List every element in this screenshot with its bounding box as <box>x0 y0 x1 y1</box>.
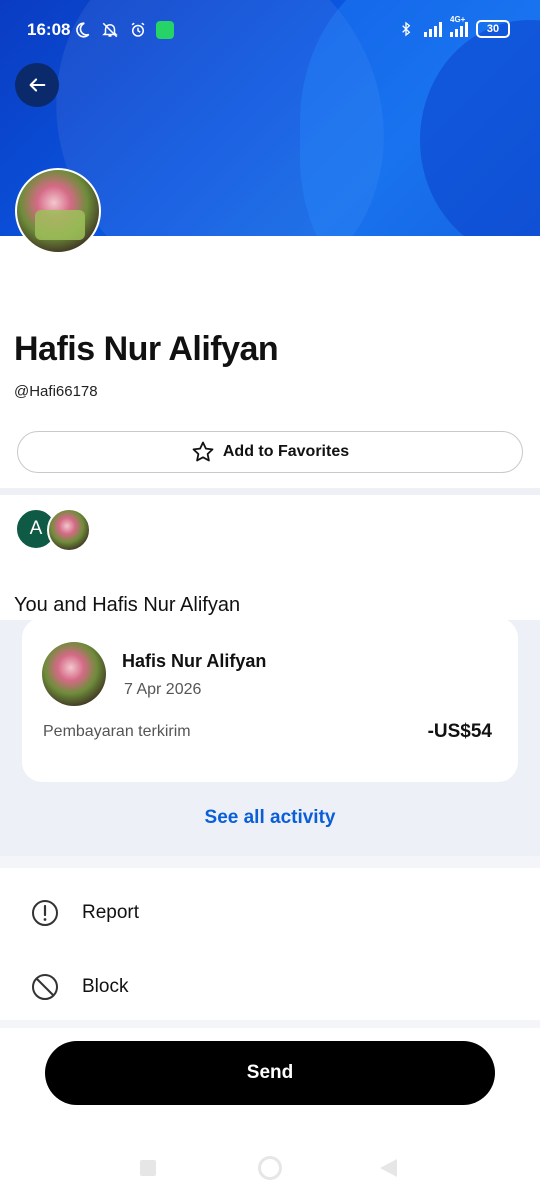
profile-name: Hafis Nur Alifyan <box>14 330 279 368</box>
transaction-description: Pembayaran terkirim <box>43 723 191 740</box>
recent-apps-icon[interactable] <box>140 1160 156 1176</box>
profile-avatar <box>15 168 101 254</box>
whatsapp-icon <box>156 21 174 39</box>
alarm-icon <box>128 20 148 40</box>
block-item[interactable]: Block <box>0 957 540 1017</box>
back-triangle-icon[interactable] <box>380 1159 397 1177</box>
report-item[interactable]: Report <box>0 883 540 943</box>
report-label: Report <box>82 902 140 923</box>
back-button[interactable] <box>15 63 59 107</box>
arrow-left-icon <box>29 78 46 92</box>
bell-off-icon <box>100 20 120 40</box>
status-time: 16:08 <box>27 20 71 39</box>
bluetooth-icon <box>396 19 416 39</box>
send-button[interactable]: Send <box>45 1041 495 1105</box>
transaction-date: 7 Apr 2026 <box>124 681 202 698</box>
section-divider <box>0 856 540 868</box>
section-divider <box>0 1020 540 1028</box>
status-bar: 16:08 4G+ 30 <box>0 0 540 60</box>
transaction-card[interactable]: Hafis Nur Alifyan 7 Apr 2026 Pembayaran … <box>22 618 518 782</box>
avatar-photo-detail <box>35 210 85 240</box>
battery-icon: 30 <box>476 20 510 38</box>
transaction-avatar <box>42 642 106 706</box>
section-divider <box>0 488 540 495</box>
star-icon <box>192 441 214 462</box>
see-all-activity-link[interactable]: See all activity <box>0 807 540 829</box>
add-to-favorites-label: Add to Favorites <box>222 443 350 460</box>
status-icons-right: 4G+ 30 <box>396 15 510 39</box>
transaction-name: Hafis Nur Alifyan <box>122 651 267 671</box>
home-icon[interactable] <box>258 1156 282 1180</box>
block-label: Block <box>82 976 129 997</box>
moon-icon <box>72 20 92 40</box>
status-icons-left <box>72 20 174 40</box>
transaction-amount: -US$54 <box>427 721 492 742</box>
profile-handle: @Hafi66178 <box>14 383 98 400</box>
activity-heading: You and Hafis Nur Alifyan <box>14 594 241 616</box>
shared-avatars: A <box>15 508 95 552</box>
block-icon <box>32 974 58 1000</box>
signal-icon <box>424 21 442 37</box>
system-navigation-bar <box>0 1140 540 1199</box>
add-to-favorites-button[interactable]: Add to Favorites <box>17 431 523 473</box>
contact-avatar <box>47 508 91 552</box>
alert-circle-icon <box>32 900 58 926</box>
network-label: 4G+ <box>450 15 466 24</box>
signal-4g-icon: 4G+ <box>450 15 468 37</box>
